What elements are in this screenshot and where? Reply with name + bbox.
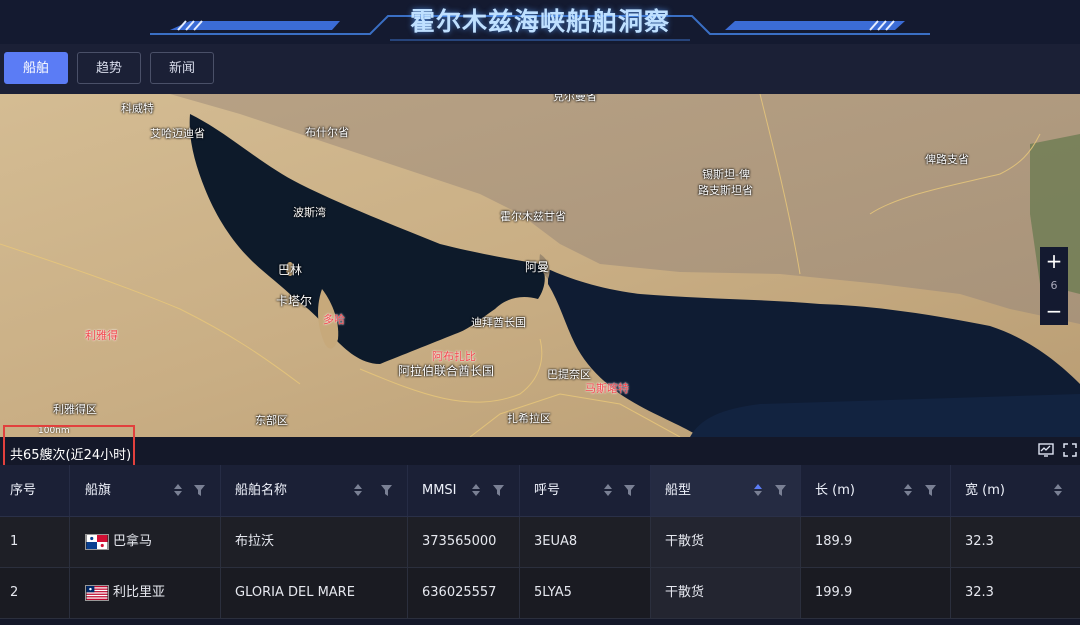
map-label-sistan-b: 路支斯坦省	[698, 184, 753, 197]
sort-icon[interactable]	[174, 484, 183, 497]
tab-bar: 船舶 趋势 新闻	[0, 44, 1080, 94]
panama-flag-icon	[85, 533, 109, 550]
sort-icon[interactable]	[1054, 484, 1063, 497]
filter-icon[interactable]	[775, 485, 786, 496]
map-label-oman: 阿曼	[525, 260, 550, 274]
map-label-north-top: 克尔曼省	[553, 94, 597, 103]
map-label-qatar: 卡塔尔	[276, 294, 313, 308]
cell-index: 2	[0, 568, 70, 618]
map-label-sistan-a: 锡斯坦-俾	[702, 168, 750, 181]
sort-icon[interactable]	[904, 484, 913, 497]
tab-ships[interactable]: 船舶	[4, 52, 68, 84]
map-label-baluchistan: 俾路支省	[925, 153, 969, 166]
cell-ship-name[interactable]: 布拉沃	[221, 517, 408, 567]
col-index: 序号	[0, 465, 70, 516]
zoom-level: 6	[1050, 279, 1058, 292]
filter-icon[interactable]	[624, 485, 635, 496]
table-header: 序号 船旗 船舶名称 MMSI 呼号 船型 长 (m) 宽 (m)	[0, 465, 1080, 517]
cell-callsign: 5LYA5	[520, 568, 651, 618]
tab-news[interactable]: 新闻	[150, 52, 214, 84]
map-label-kuwait: 科威特	[121, 102, 154, 115]
cell-flag: 巴拿马	[70, 517, 221, 567]
col-width[interactable]: 宽 (m)	[951, 465, 1080, 516]
map-label-persian-gulf: 波斯湾	[293, 206, 326, 219]
cell-length: 199.9	[801, 568, 951, 618]
page-title: 霍尔木兹海峡船舶洞察	[409, 7, 670, 36]
col-ship-name[interactable]: 船舶名称	[221, 465, 408, 516]
tab-trends[interactable]: 趋势	[77, 52, 141, 84]
col-length[interactable]: 长 (m)	[801, 465, 951, 516]
app-header: 霍尔木兹海峡船舶洞察	[0, 0, 1080, 44]
filter-icon[interactable]	[493, 485, 504, 496]
col-callsign[interactable]: 呼号	[520, 465, 651, 516]
fullscreen-icon[interactable]	[1062, 442, 1078, 458]
filter-icon[interactable]	[925, 485, 936, 496]
cell-mmsi: 636025557	[408, 568, 520, 618]
cell-ship-name[interactable]: GLORIA DEL MARE	[221, 568, 408, 618]
sort-icon[interactable]	[754, 484, 763, 497]
table-row[interactable]: 1 巴拿马 布拉沃 373565000 3EUA8 干散货 189.9 32.3	[0, 517, 1080, 568]
map-label-doha: 多哈	[323, 313, 345, 326]
map-label-uae: 阿拉伯联合酋长国	[398, 364, 495, 378]
summary-bar	[0, 437, 1080, 465]
map-label-bushehr: 布什尔省	[305, 126, 349, 139]
cell-ship-type: 干散货	[651, 568, 801, 618]
chart-icon[interactable]	[1038, 442, 1054, 458]
map-label-riyadh-region: 利雅得区	[53, 403, 97, 416]
map-label-hormozgan: 霍尔木兹甘省	[500, 210, 566, 223]
filter-icon[interactable]	[381, 485, 392, 496]
table-row[interactable]: 2 利比里亚 GLORIA DEL MARE 636025557 5LYA5 干…	[0, 568, 1080, 619]
map-label-muscat: 马斯喀特	[585, 382, 629, 395]
map-label-eastern-province: 艾哈迈迪省	[150, 127, 205, 140]
cell-callsign: 3EUA8	[520, 517, 651, 567]
sort-icon[interactable]	[472, 484, 481, 497]
cell-ship-type: 干散货	[651, 517, 801, 567]
map-label-eastern-region: 东部区	[255, 414, 288, 427]
cell-width: 32.3	[965, 585, 994, 600]
cell-index: 1	[0, 517, 70, 567]
cell-length: 189.9	[801, 517, 951, 567]
map-label-dubai: 迪拜酋长国	[471, 316, 526, 329]
map-label-riyadh: 利雅得	[85, 329, 118, 342]
cell-flag: 利比里亚	[70, 568, 221, 618]
satellite-map[interactable]: 克尔曼省 科威特 艾哈迈迪省 布什尔省 波斯湾 霍尔木兹甘省 锡斯坦-俾 路支斯…	[0, 94, 1080, 437]
zoom-out-button[interactable]: −	[1040, 297, 1068, 325]
sort-icon[interactable]	[604, 484, 613, 497]
cell-width: 32.3	[965, 534, 994, 549]
col-ship-type[interactable]: 船型	[651, 465, 801, 516]
zoom-in-button[interactable]: +	[1040, 247, 1068, 275]
filter-icon[interactable]	[194, 485, 205, 496]
map-label-dhahira: 扎希拉区	[507, 412, 551, 425]
sort-icon[interactable]	[354, 484, 363, 497]
col-flag[interactable]: 船旗	[70, 465, 221, 516]
col-mmsi[interactable]: MMSI	[408, 465, 520, 516]
cell-mmsi: 373565000	[408, 517, 520, 567]
map-label-bahrain: 巴林	[278, 263, 303, 277]
map-zoom-control: + 6 −	[1040, 247, 1068, 325]
liberia-flag-icon	[85, 584, 109, 601]
